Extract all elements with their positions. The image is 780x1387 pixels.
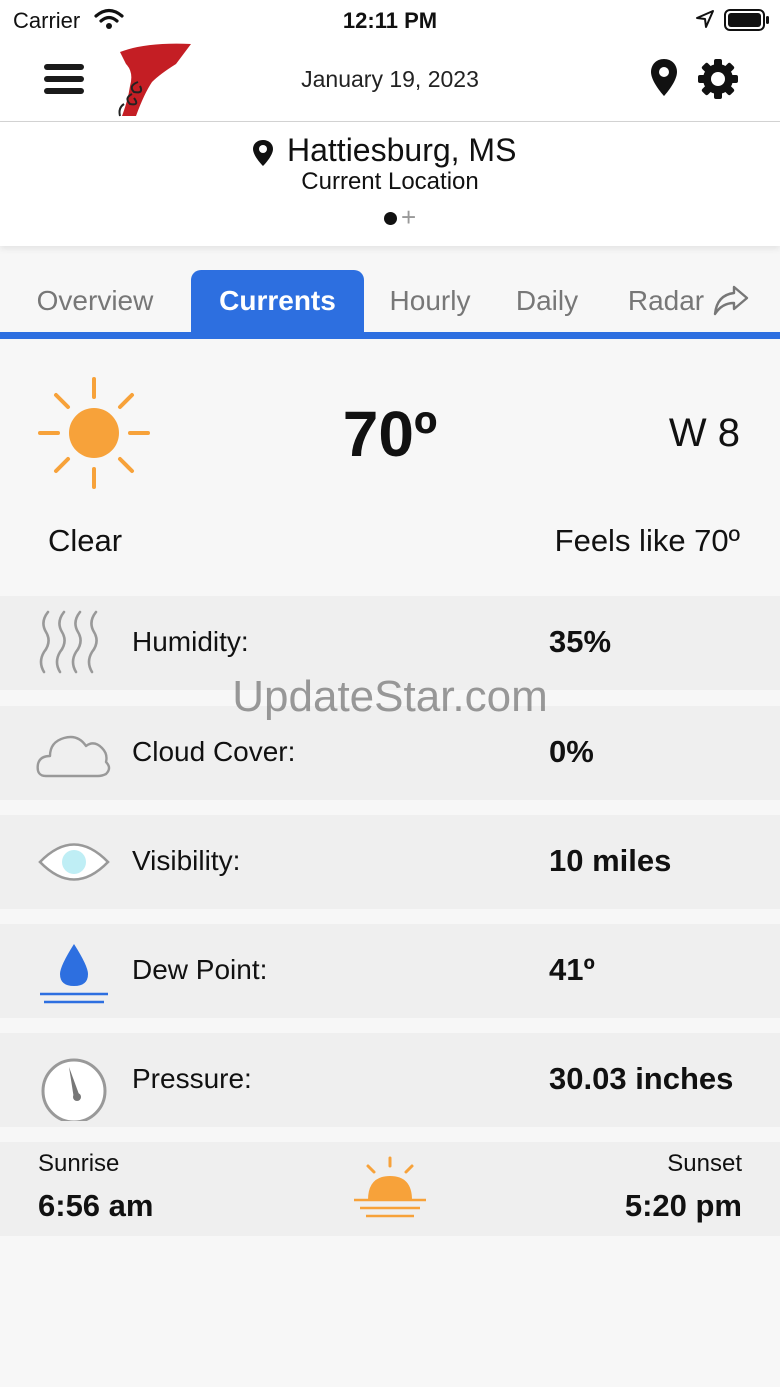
- tab-radar[interactable]: Radar: [614, 270, 764, 332]
- battery-icon: [724, 9, 770, 36]
- tab-daily[interactable]: Daily: [498, 270, 596, 332]
- dew-point-value: 41º: [549, 952, 595, 987]
- dew-point-row: Dew Point: 41º: [0, 924, 780, 1018]
- sunrise-label: Sunrise: [38, 1150, 120, 1177]
- eye-icon: [36, 827, 112, 897]
- location-subtitle: Current Location: [301, 168, 479, 195]
- tab-bar: Overview Currents Hourly Daily Radar: [0, 262, 780, 334]
- humidity-icon: [36, 608, 112, 678]
- current-conditions: 70º W 8 Clear Feels like 70º: [0, 339, 780, 595]
- cloud-cover-row: Cloud Cover: 0%: [0, 706, 780, 800]
- visibility-value: 10 miles: [549, 843, 672, 878]
- status-bar: Carrier 12:11 PM: [0, 0, 780, 40]
- wind-value: W 8: [668, 411, 740, 455]
- pressure-label: Pressure:: [132, 1063, 252, 1094]
- share-arrow-icon: [713, 285, 749, 316]
- condition-label: Clear: [48, 523, 123, 558]
- humidity-row: Humidity: 35%: [0, 596, 780, 690]
- sunset-icon: [352, 1156, 428, 1225]
- current-temperature: 70º: [342, 398, 438, 470]
- sunrise-sunset-row: Sunrise 6:56 am Sunset 5:20 pm: [0, 1142, 780, 1236]
- humidity-value: 35%: [549, 624, 612, 659]
- location-arrow-icon: [695, 9, 715, 34]
- visibility-label: Visibility:: [132, 845, 241, 876]
- status-time: 12:11 PM: [342, 8, 438, 33]
- tab-radar-label: Radar: [627, 285, 705, 316]
- dew-point-label: Dew Point:: [132, 954, 268, 985]
- sunset-label: Sunset: [667, 1150, 742, 1177]
- tab-currents[interactable]: Currents: [191, 270, 364, 332]
- gear-icon[interactable]: [697, 58, 739, 105]
- page-indicator-dot[interactable]: [384, 212, 397, 225]
- location-panel: Hattiesburg, MS Current Location +: [0, 122, 780, 246]
- sunrise-time: 6:56 am: [38, 1188, 154, 1223]
- tab-hourly[interactable]: Hourly: [374, 270, 486, 332]
- add-location-icon[interactable]: +: [401, 204, 416, 230]
- cloud-cover-label: Cloud Cover:: [132, 736, 296, 767]
- tab-underline: [0, 332, 780, 339]
- gauge-icon: [36, 1045, 112, 1124]
- location-city[interactable]: Hattiesburg, MS: [287, 132, 516, 169]
- tab-overview[interactable]: Overview: [14, 270, 176, 332]
- pressure-value: 30.03 inches: [549, 1061, 734, 1096]
- pressure-row: Pressure: 30.03 inches: [0, 1033, 780, 1127]
- cloud-cover-value: 0%: [549, 734, 594, 769]
- visibility-row: Visibility: 10 miles: [0, 815, 780, 909]
- feels-like-label: Feels like 70º: [554, 523, 740, 558]
- sunset-time: 5:20 pm: [624, 1188, 742, 1223]
- humidity-label: Humidity:: [132, 626, 249, 657]
- cloud-icon: [36, 718, 112, 788]
- dew-drop-icon: [36, 936, 112, 1006]
- app-header: January 19, 2023: [0, 40, 780, 122]
- location-pin-icon[interactable]: [645, 58, 683, 103]
